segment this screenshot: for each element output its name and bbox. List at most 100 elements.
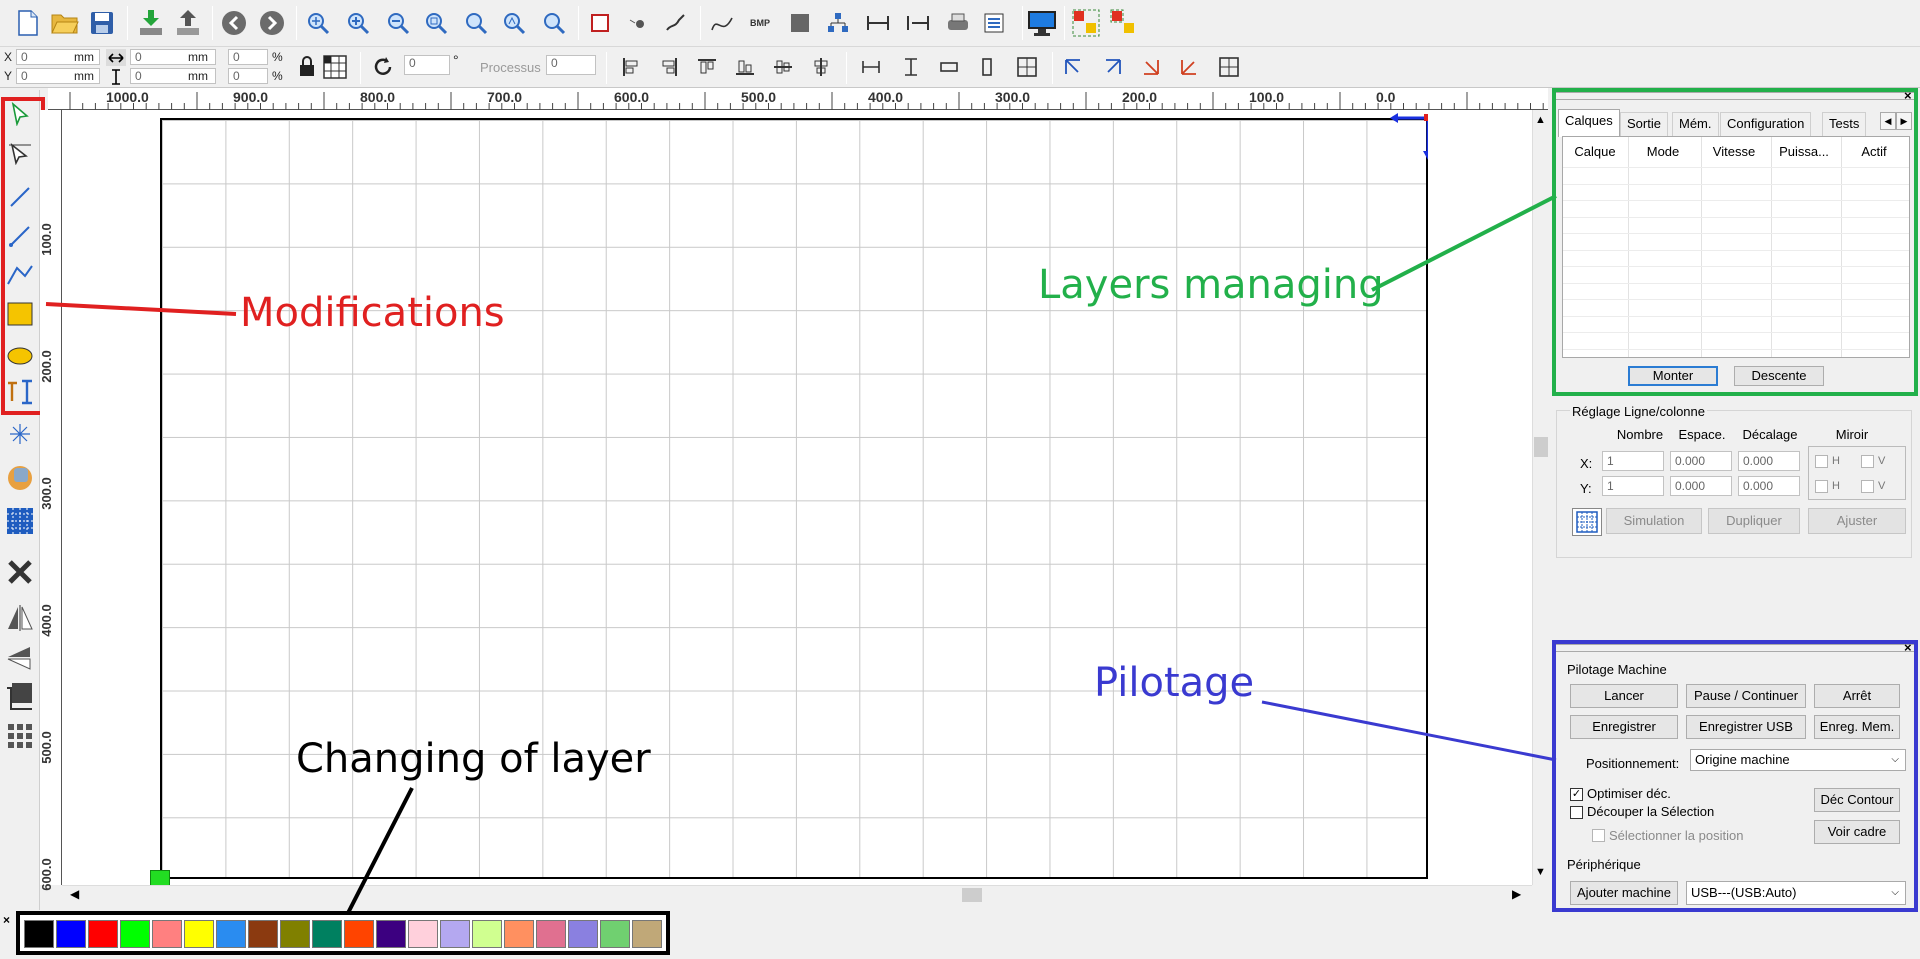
- processus-input[interactable]: 0: [546, 55, 596, 75]
- machine-close-icon[interactable]: ×: [1904, 640, 1912, 655]
- mirror-v-icon[interactable]: [4, 642, 36, 674]
- enregistrer-usb-button[interactable]: Enregistrer USB: [1686, 715, 1806, 739]
- crop-icon[interactable]: [4, 680, 36, 712]
- ungroup-icon[interactable]: [1108, 7, 1140, 39]
- layer-color-swatch[interactable]: [88, 920, 118, 948]
- lock-ratio-icon[interactable]: [292, 52, 322, 82]
- layer-color-swatch[interactable]: [440, 920, 470, 948]
- mirror-h-icon[interactable]: [4, 602, 36, 634]
- x-mirror-v-checkbox[interactable]: [1861, 455, 1874, 468]
- move-top-left-icon[interactable]: [1058, 52, 1088, 82]
- tab-memoire[interactable]: Mém.: [1672, 112, 1719, 136]
- same-size-icon[interactable]: [1012, 52, 1042, 82]
- move-bottom-right-icon[interactable]: [1136, 52, 1166, 82]
- bezier-icon[interactable]: [706, 7, 738, 39]
- machine-panel-grip[interactable]: [1556, 644, 1914, 652]
- col-puissance[interactable]: Puissa...: [1772, 144, 1836, 159]
- undo-icon[interactable]: [218, 7, 250, 39]
- col-vitesse[interactable]: Vitesse: [1702, 144, 1766, 159]
- enregistrer-button[interactable]: Enregistrer: [1570, 715, 1678, 739]
- layer-color-swatch[interactable]: [152, 920, 182, 948]
- burn-icon[interactable]: [4, 462, 36, 494]
- layer-color-swatch[interactable]: [120, 920, 150, 948]
- layer-color-swatch[interactable]: [504, 920, 534, 948]
- star-icon[interactable]: [4, 418, 36, 450]
- y-mirror-h-checkbox[interactable]: [1815, 480, 1828, 493]
- bitmap-icon[interactable]: BMP: [744, 7, 776, 39]
- scroll-down-icon[interactable]: ▼: [1535, 866, 1546, 878]
- x-mirror-h-checkbox[interactable]: [1815, 455, 1828, 468]
- scroll-left-icon[interactable]: ◀: [70, 887, 79, 901]
- monter-button[interactable]: Monter: [1628, 366, 1718, 386]
- layer-color-swatch[interactable]: [184, 920, 214, 948]
- zoom-fit-icon[interactable]: [420, 7, 452, 39]
- array-icon[interactable]: [4, 720, 36, 752]
- panel-grip[interactable]: [1556, 92, 1914, 100]
- pause-continuer-button[interactable]: Pause / Continuer: [1686, 684, 1806, 708]
- ajuster-button[interactable]: Ajuster: [1808, 508, 1906, 534]
- layer-color-swatch[interactable]: [248, 920, 278, 948]
- positionnement-select[interactable]: Origine machine ⌵: [1690, 749, 1906, 771]
- move-bottom-left-icon[interactable]: [1174, 52, 1204, 82]
- layer-color-swatch[interactable]: [632, 920, 662, 948]
- distribute-v-icon[interactable]: [896, 52, 926, 82]
- layer-color-swatch[interactable]: [568, 920, 598, 948]
- horizontal-scroll-thumb[interactable]: [962, 888, 982, 902]
- descente-button[interactable]: Descente: [1734, 366, 1824, 386]
- dupliquer-button[interactable]: Dupliquer: [1708, 508, 1800, 534]
- tab-tests[interactable]: Tests: [1822, 112, 1867, 136]
- node-icon[interactable]: [622, 7, 654, 39]
- decouper-selection-checkbox[interactable]: [1570, 806, 1583, 819]
- rectangle-select-icon[interactable]: [584, 7, 616, 39]
- layer-color-swatch[interactable]: [312, 920, 342, 948]
- layer-color-swatch[interactable]: [24, 920, 54, 948]
- dimension-h-icon[interactable]: [862, 7, 894, 39]
- y-count-input[interactable]: 1: [1602, 476, 1664, 496]
- align-right-icon[interactable]: [654, 52, 684, 82]
- array-grid-icon[interactable]: [1572, 508, 1602, 536]
- layer-color-swatch[interactable]: [600, 920, 630, 948]
- align-bottom-icon[interactable]: [730, 52, 760, 82]
- lancer-button[interactable]: Lancer: [1570, 684, 1678, 708]
- rotate-icon[interactable]: [368, 52, 398, 82]
- layers-table[interactable]: [1562, 136, 1910, 358]
- align-left-icon[interactable]: [616, 52, 646, 82]
- distribute-h-icon[interactable]: [856, 52, 886, 82]
- list-icon[interactable]: [978, 7, 1010, 39]
- align-hcenter-icon[interactable]: [806, 52, 836, 82]
- scroll-right-icon[interactable]: ▶: [1512, 887, 1521, 901]
- width-lock-icon[interactable]: [106, 49, 126, 66]
- layer-color-swatch[interactable]: [376, 920, 406, 948]
- tab-configuration[interactable]: Configuration: [1720, 112, 1812, 136]
- scroll-up-icon[interactable]: ▲: [1535, 114, 1546, 126]
- tab-scroll-left-icon[interactable]: ◀: [1880, 112, 1896, 130]
- new-file-icon[interactable]: [12, 7, 44, 39]
- zoom-page-icon[interactable]: [460, 7, 492, 39]
- tree-icon[interactable]: [822, 7, 854, 39]
- layer-color-swatch[interactable]: [408, 920, 438, 948]
- layer-color-swatch[interactable]: [536, 920, 566, 948]
- layer-color-swatch[interactable]: [472, 920, 502, 948]
- horizontal-scrollbar[interactable]: ◀ ▶: [62, 885, 1532, 903]
- layer-color-swatch[interactable]: [344, 920, 374, 948]
- col-calque[interactable]: Calque: [1567, 144, 1623, 159]
- y-space-input[interactable]: 0.000: [1670, 476, 1732, 496]
- enreg-mem-button[interactable]: Enreg. Mem.: [1814, 715, 1900, 739]
- optimiser-checkbox[interactable]: ✓: [1570, 788, 1583, 801]
- layer-color-swatch[interactable]: [216, 920, 246, 948]
- col-actif[interactable]: Actif: [1842, 144, 1906, 159]
- x-count-input[interactable]: 1: [1602, 451, 1664, 471]
- fill-icon[interactable]: [784, 7, 816, 39]
- grid-icon[interactable]: [4, 505, 36, 537]
- y-mirror-v-checkbox[interactable]: [1861, 480, 1874, 493]
- zoom-actual-icon[interactable]: [538, 7, 570, 39]
- move-top-right-icon[interactable]: [1098, 52, 1128, 82]
- y-offset-input[interactable]: 0.000: [1738, 476, 1800, 496]
- zoom-in-icon[interactable]: [342, 7, 374, 39]
- monitor-icon[interactable]: [1026, 7, 1058, 39]
- same-width-icon[interactable]: [934, 52, 964, 82]
- edit-curve-icon[interactable]: [660, 7, 692, 39]
- vertical-scroll-thumb[interactable]: [1534, 437, 1548, 457]
- align-top-icon[interactable]: [692, 52, 722, 82]
- printer-icon[interactable]: [942, 7, 974, 39]
